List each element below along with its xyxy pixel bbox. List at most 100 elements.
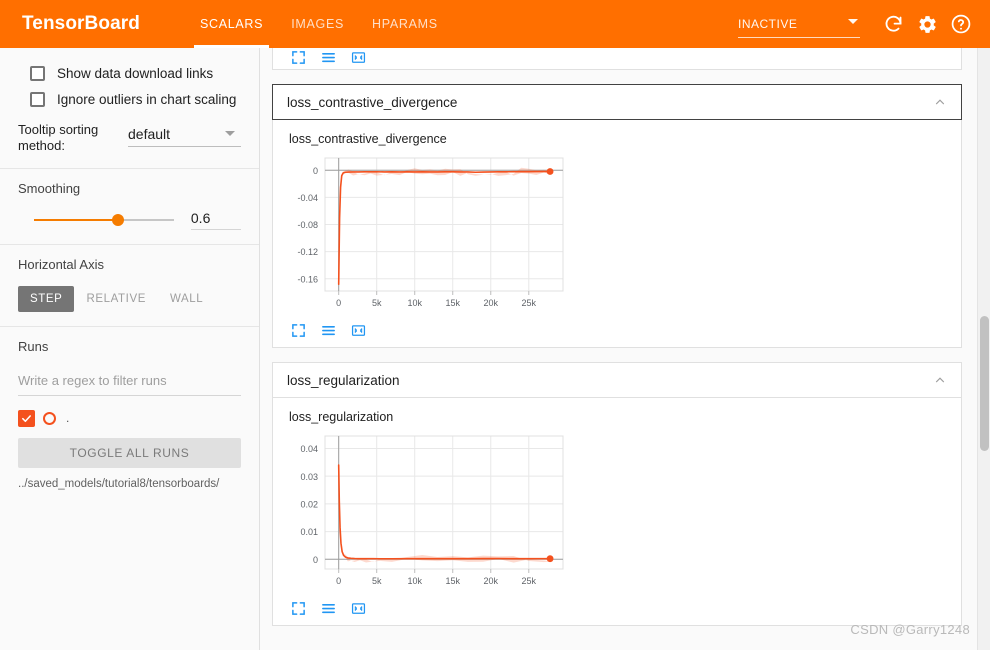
header-actions: INACTIVE — [738, 0, 976, 48]
svg-text:20k: 20k — [484, 576, 499, 586]
run-path-label: ../saved_models/tutorial8/tensorboards/ — [18, 478, 220, 490]
axis-option-relative[interactable]: RELATIVE — [74, 286, 158, 312]
run-enabled-checkbox[interactable] — [18, 409, 35, 427]
svg-text:-0.08: -0.08 — [297, 220, 318, 230]
svg-text:0.04: 0.04 — [300, 444, 318, 454]
plot-title-2: loss_regularization — [289, 410, 394, 424]
chart-toolbar-top — [289, 48, 367, 66]
fit-domain-icon[interactable] — [349, 599, 367, 617]
card-header-row-2[interactable]: loss_regularization — [273, 363, 961, 397]
card-body-2: loss_regularization 0.04 0.03 0.02 0.01 0 0 5k… — [272, 398, 962, 626]
tab-scalars-label: SCALARS — [199, 17, 264, 31]
data-table-icon[interactable] — [319, 48, 337, 66]
reload-status-dropdown[interactable]: INACTIVE — [738, 11, 860, 38]
axis-option-wall[interactable]: WALL — [158, 286, 215, 312]
svg-text:0: 0 — [313, 555, 318, 565]
chevron-down-icon — [225, 131, 235, 136]
runs-filter-input[interactable] — [18, 370, 241, 396]
chevron-up-icon[interactable] — [933, 95, 947, 109]
svg-text:10k: 10k — [407, 298, 422, 308]
svg-text:10k: 10k — [407, 576, 422, 586]
chart-toolbar-2 — [289, 599, 961, 617]
cards-container: loss_contrastive_divergence loss_contras… — [260, 48, 974, 626]
smoothing-slider[interactable] — [34, 212, 174, 228]
tooltip-sorting-label: Tooltip sorting method: — [18, 122, 99, 153]
toggle-all-runs-label: TOGGLE ALL RUNS — [69, 446, 190, 460]
svg-text:5k: 5k — [372, 576, 382, 586]
settings-gear-icon[interactable] — [912, 9, 942, 39]
settings-sidebar: Show data download links Ignore outliers… — [0, 48, 260, 650]
line-chart-loss-regularization[interactable]: 0.04 0.03 0.02 0.01 0 0 5k 10k 15k 20k 25k — [281, 430, 571, 595]
slider-fill — [34, 219, 118, 221]
scalars-main-pane: loss_contrastive_divergence loss_contras… — [260, 48, 990, 650]
ignore-outliers-row[interactable]: Ignore outliers in chart scaling — [18, 86, 241, 112]
svg-text:0.03: 0.03 — [300, 472, 318, 482]
axis-option-step[interactable]: STEP — [18, 286, 75, 312]
refresh-icon[interactable] — [878, 9, 908, 39]
chart-toolbar-1 — [289, 321, 961, 339]
show-data-download-links-row[interactable]: Show data download links — [18, 60, 241, 86]
axis-option-step-label: STEP — [30, 293, 63, 305]
plot-area-2[interactable]: 0.04 0.03 0.02 0.01 0 0 5k 10k 15k 20k 25k — [281, 430, 961, 595]
expand-fullscreen-icon[interactable] — [289, 321, 307, 339]
expand-fullscreen-icon[interactable] — [289, 48, 307, 66]
tab-images[interactable]: IMAGES — [277, 0, 358, 48]
run-name-label: . — [66, 411, 70, 425]
sidebar-section-smoothing: Smoothing 0.6 — [0, 169, 259, 245]
help-question-icon[interactable] — [946, 9, 976, 39]
svg-text:20k: 20k — [484, 298, 499, 308]
tab-hparams[interactable]: HPARAMS — [358, 0, 452, 48]
previous-card-partial — [272, 48, 962, 70]
main-tabs: SCALARS IMAGES HPARAMS — [186, 0, 452, 48]
tensorboard-app: TensorBoard SCALARS IMAGES HPARAMS INACT… — [0, 0, 990, 650]
sidebar-section-runs: Runs . TOGGLE ALL RUNS ../saved_models/t… — [0, 327, 259, 504]
chevron-up-icon[interactable] — [933, 373, 947, 387]
card-title-2: loss_regularization — [287, 372, 400, 388]
svg-text:15k: 15k — [445, 576, 460, 586]
svg-text:25k: 25k — [522, 298, 537, 308]
tooltip-sorting-row: Tooltip sorting method: default — [18, 122, 241, 154]
axis-option-wall-label: WALL — [170, 293, 204, 305]
smoothing-value-input[interactable]: 0.6 — [190, 210, 241, 230]
ignore-outliers-checkbox[interactable] — [30, 91, 45, 107]
tab-images-label: IMAGES — [291, 17, 345, 31]
horizontal-axis-buttons: STEP RELATIVE WALL — [18, 286, 241, 312]
main-scrollbar-thumb[interactable] — [980, 316, 989, 451]
card-header-loss-regularization[interactable]: loss_regularization — [272, 362, 962, 398]
svg-text:25k: 25k — [522, 576, 537, 586]
svg-text:-0.16: -0.16 — [297, 274, 318, 284]
svg-text:0: 0 — [336, 298, 341, 308]
show-data-download-links-checkbox[interactable] — [30, 65, 45, 81]
slider-knob[interactable] — [112, 214, 124, 226]
expand-fullscreen-icon[interactable] — [289, 599, 307, 617]
sidebar-section-display: Show data download links Ignore outliers… — [0, 48, 259, 169]
svg-text:-0.12: -0.12 — [297, 247, 318, 257]
card-header-loss-contrastive-divergence[interactable]: loss_contrastive_divergence — [272, 84, 962, 120]
horizontal-axis-title: Horizontal Axis — [18, 257, 104, 272]
svg-text:0.01: 0.01 — [300, 527, 318, 537]
app-brand: TensorBoard — [22, 13, 140, 34]
card-header-row-1[interactable]: loss_contrastive_divergence — [273, 85, 961, 119]
fit-domain-icon[interactable] — [349, 48, 367, 66]
chevron-down-icon — [848, 18, 858, 24]
app-header: TensorBoard SCALARS IMAGES HPARAMS INACT… — [0, 0, 990, 48]
card-title-1: loss_contrastive_divergence — [287, 94, 458, 110]
smoothing-title: Smoothing — [18, 181, 81, 196]
main-scrollbar-track[interactable] — [977, 48, 990, 650]
card-body-1: loss_contrastive_divergence 0 -0.04 -0.08 -… — [272, 120, 962, 348]
plot-area-1[interactable]: 0 -0.04 -0.08 -0.12 -0.16 0 5k 10k 15k 20k 25k — [281, 152, 961, 317]
svg-text:-0.04: -0.04 — [297, 193, 318, 203]
tooltip-sorting-dropdown[interactable]: default — [128, 122, 241, 147]
smoothing-row: 0.6 — [18, 210, 241, 230]
tab-hparams-label: HPARAMS — [372, 17, 438, 31]
data-table-icon[interactable] — [319, 321, 337, 339]
data-table-icon[interactable] — [319, 599, 337, 617]
svg-text:15k: 15k — [445, 298, 460, 308]
line-chart-loss-contrastive-divergence[interactable]: 0 -0.04 -0.08 -0.12 -0.16 0 5k 10k 15k 20k 25k — [281, 152, 571, 317]
toggle-all-runs-button[interactable]: TOGGLE ALL RUNS — [18, 438, 241, 468]
tab-scalars[interactable]: SCALARS — [186, 0, 277, 48]
ignore-outliers-label: Ignore outliers in chart scaling — [57, 91, 237, 107]
plot-title-1: loss_contrastive_divergence — [289, 132, 447, 146]
svg-text:0: 0 — [313, 166, 318, 176]
fit-domain-icon[interactable] — [349, 321, 367, 339]
